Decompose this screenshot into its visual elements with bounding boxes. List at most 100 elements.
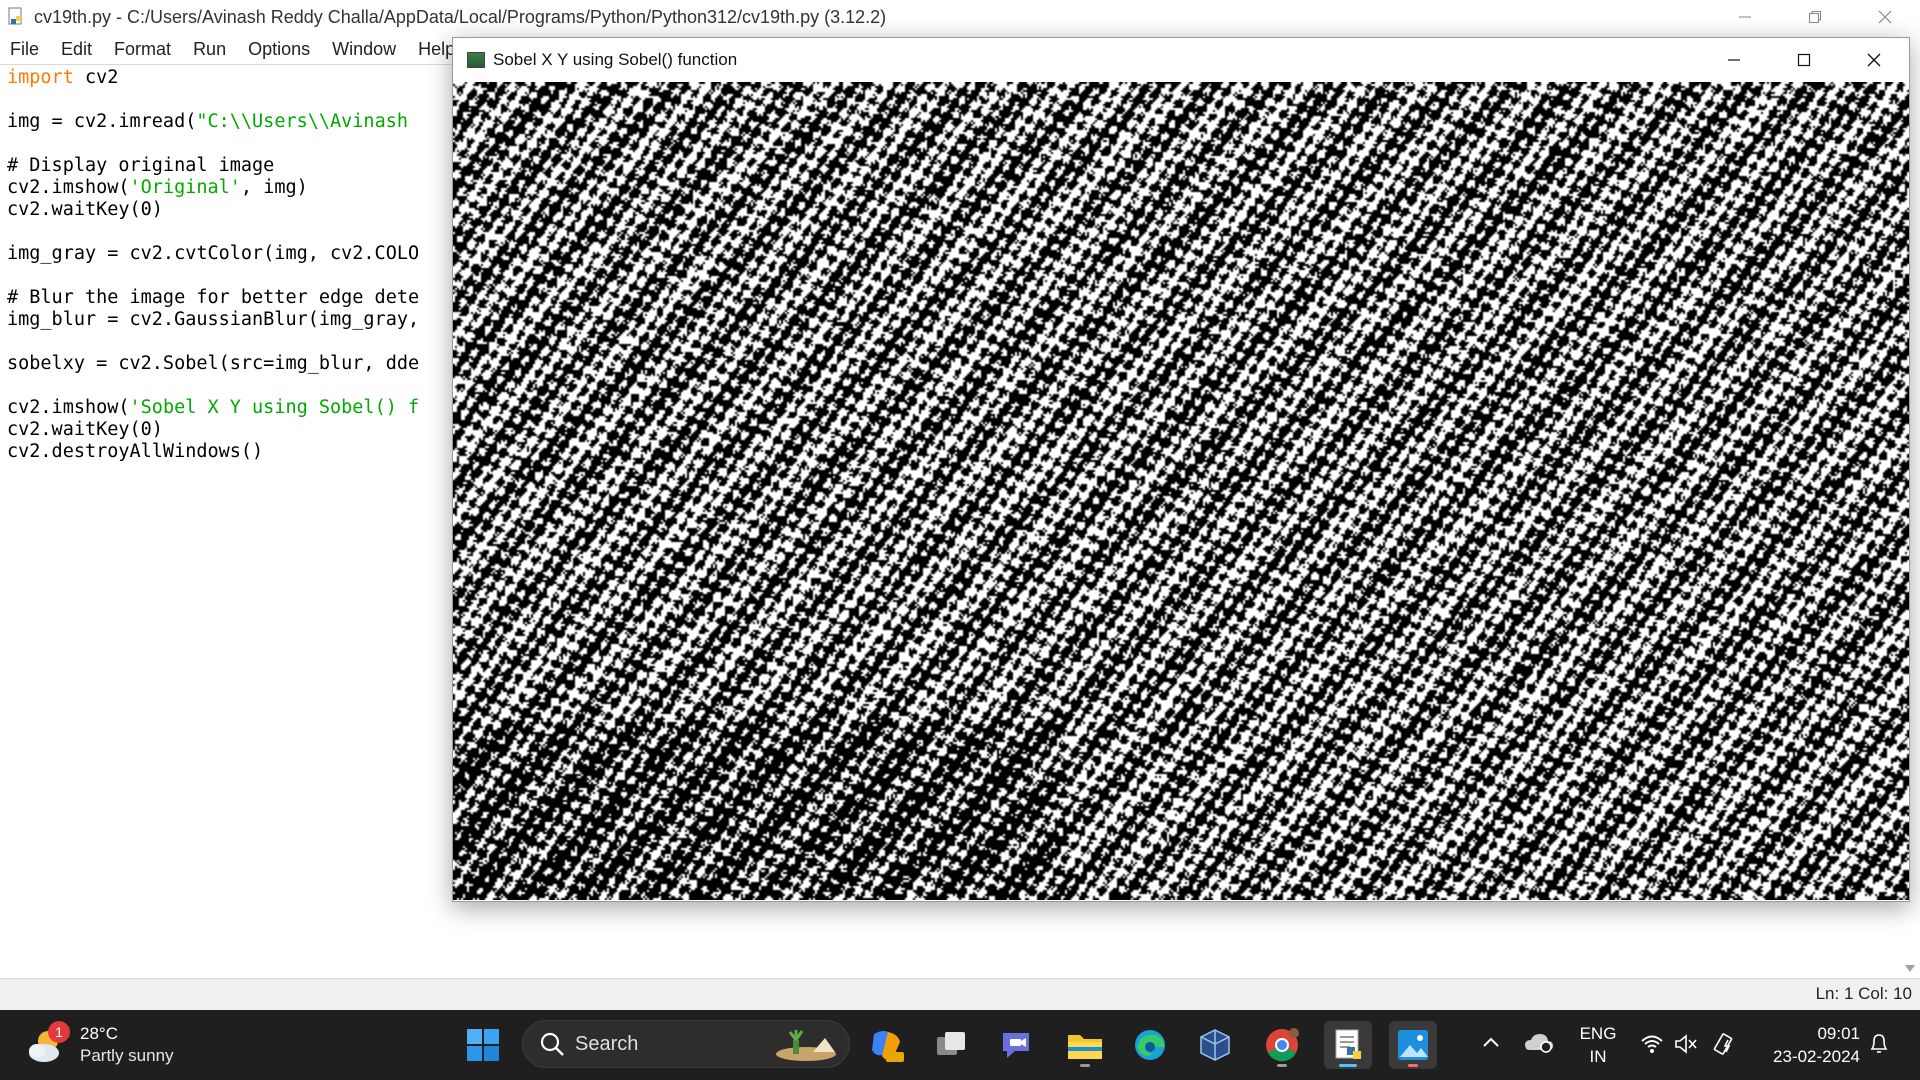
code-line: cv2.imshow('Sobel X Y using Sobel() f [7,397,419,419]
python-file-icon [8,7,22,25]
volume-button[interactable] [1674,1034,1698,1059]
opencv-window-title: Sobel X Y using Sobel() function [493,50,738,69]
chrome-icon [1266,1028,1299,1062]
minimize-button[interactable] [1710,0,1780,34]
opencv-window-controls [1699,38,1909,82]
menu-file[interactable]: File [0,34,50,64]
idle-titlebar: cv19th.py - C:/Users/Avinash Reddy Chall… [0,0,1920,34]
menu-format[interactable]: Format [103,34,182,64]
copilot-button[interactable] [863,1021,911,1069]
region-code: IN [1589,1047,1607,1066]
file-explorer-button[interactable] [1061,1021,1109,1069]
status-bar: Ln: 1 Col: 10 [0,978,1920,1010]
python-idle-icon [1335,1029,1361,1059]
taskbar: 1 28°C Partly sunny Search ENG IN 09:01 … [0,1010,1920,1080]
sobel-edge-image [453,82,1909,900]
code-token: cv2.imshow( [7,397,130,418]
scroll-down-arrow-icon[interactable] [1905,965,1915,972]
menu-window[interactable]: Window [321,34,407,64]
date: 23-02-2024 [1773,1047,1860,1066]
running-indicator [1080,1064,1090,1067]
close-icon [1867,53,1881,67]
opencv-titlebar[interactable]: Sobel X Y using Sobel() function [453,38,1909,82]
opencv-window[interactable]: Sobel X Y using Sobel() function [452,37,1910,902]
code-line: cv2.waitKey(0) [7,419,163,440]
search-label: Search [575,1032,639,1055]
onedrive-button[interactable] [1524,1032,1554,1059]
idle-taskbar-button[interactable] [1324,1021,1372,1069]
chevron-up-icon [1483,1037,1499,1047]
code-comment: # Blur the image for better edge dete [7,287,420,308]
close-button[interactable] [1850,0,1920,34]
code-line: sobelxy = cv2.Sobel(src=img_blur, dde [7,353,420,374]
window-title: cv19th.py - C:/Users/Avinash Reddy Chall… [34,6,887,27]
restore-button[interactable] [1780,0,1850,34]
menu-options[interactable]: Options [237,34,321,64]
opencv-maximize-button[interactable] [1769,38,1839,82]
opencv-window-icon [467,52,485,68]
time: 09:01 [1817,1024,1860,1043]
code-token: cv2.imshow( [7,177,130,198]
minimize-icon [1739,16,1751,18]
code-line: img = cv2.imread("C:\\Users\\Avinash [7,111,408,133]
notifications-button[interactable] [1868,1032,1890,1061]
code-line: cv2.destroyAllWindows() [7,441,264,462]
code-token: 'Original' [129,177,241,198]
edge-button[interactable] [1126,1021,1174,1069]
chrome-button[interactable] [1258,1021,1306,1069]
task-view-icon [937,1032,965,1055]
onedrive-cloud-icon [1525,1034,1553,1053]
edge-icon [1135,1030,1165,1060]
virtualbox-icon [1200,1029,1230,1061]
code-token: "C:\\Users\\Avinash [196,111,408,132]
code-token: img = cv2.imread( [7,111,197,132]
volume-muted-icon [1675,1034,1697,1054]
folder-icon [1068,1035,1102,1059]
code-line: cv2.imshow('Original', img) [7,177,308,199]
menu-run[interactable]: Run [182,34,237,64]
cursor-position: Ln: 1 Col: 10 [1815,984,1912,1003]
weather-widget[interactable]: 1 28°C Partly sunny [26,1018,174,1072]
task-view-button[interactable] [927,1021,975,1069]
input-language-indicator[interactable]: ENG IN [1578,1022,1618,1068]
code-token: , img) [240,177,308,198]
code-token: import [7,67,74,88]
image-viewer-icon [1398,1030,1428,1060]
minimize-icon [1728,59,1740,61]
notification-badge: 1 [48,1021,70,1043]
running-indicator [1408,1064,1418,1067]
show-hidden-icons-button[interactable] [1481,1032,1501,1057]
weather-description: Partly sunny [80,1046,174,1065]
wifi-icon [1641,1035,1663,1053]
idle-window-controls [1710,0,1920,34]
teams-chat-icon [1003,1033,1029,1058]
language-code: ENG [1579,1024,1617,1043]
battery-button[interactable] [1712,1032,1738,1061]
clock[interactable]: 09:01 23-02-2024 [1760,1022,1860,1068]
code-line: import cv2 [7,67,118,89]
virtualbox-button[interactable] [1191,1021,1239,1069]
opencv-taskbar-button[interactable] [1389,1021,1437,1069]
search-icon [540,1032,564,1056]
windows-icon [467,1029,499,1061]
code-line: img_blur = cv2.GaussianBlur(img_gray, [7,309,420,330]
code-token: cv2 [73,67,119,88]
code-comment: # Display original image [7,155,275,176]
opencv-close-button[interactable] [1839,38,1909,82]
code-token: 'Sobel X Y using Sobel() f [129,397,420,418]
active-indicator [1339,1064,1357,1067]
battery-charging-icon [1713,1033,1733,1055]
opencv-minimize-button[interactable] [1699,38,1769,82]
teams-button[interactable] [993,1021,1041,1069]
weather-temperature: 28°C [80,1024,118,1043]
code-line: cv2.waitKey(0) [7,199,163,220]
taskbar-search[interactable]: Search [522,1020,850,1068]
running-indicator [1277,1064,1287,1067]
close-icon [1878,10,1892,24]
wifi-button[interactable] [1640,1034,1664,1059]
partly-sunny-icon: 1 [26,1021,70,1065]
copilot-icon [872,1031,904,1062]
menu-edit[interactable]: Edit [50,34,103,64]
start-button[interactable] [459,1021,507,1069]
maximize-icon [1797,53,1811,67]
